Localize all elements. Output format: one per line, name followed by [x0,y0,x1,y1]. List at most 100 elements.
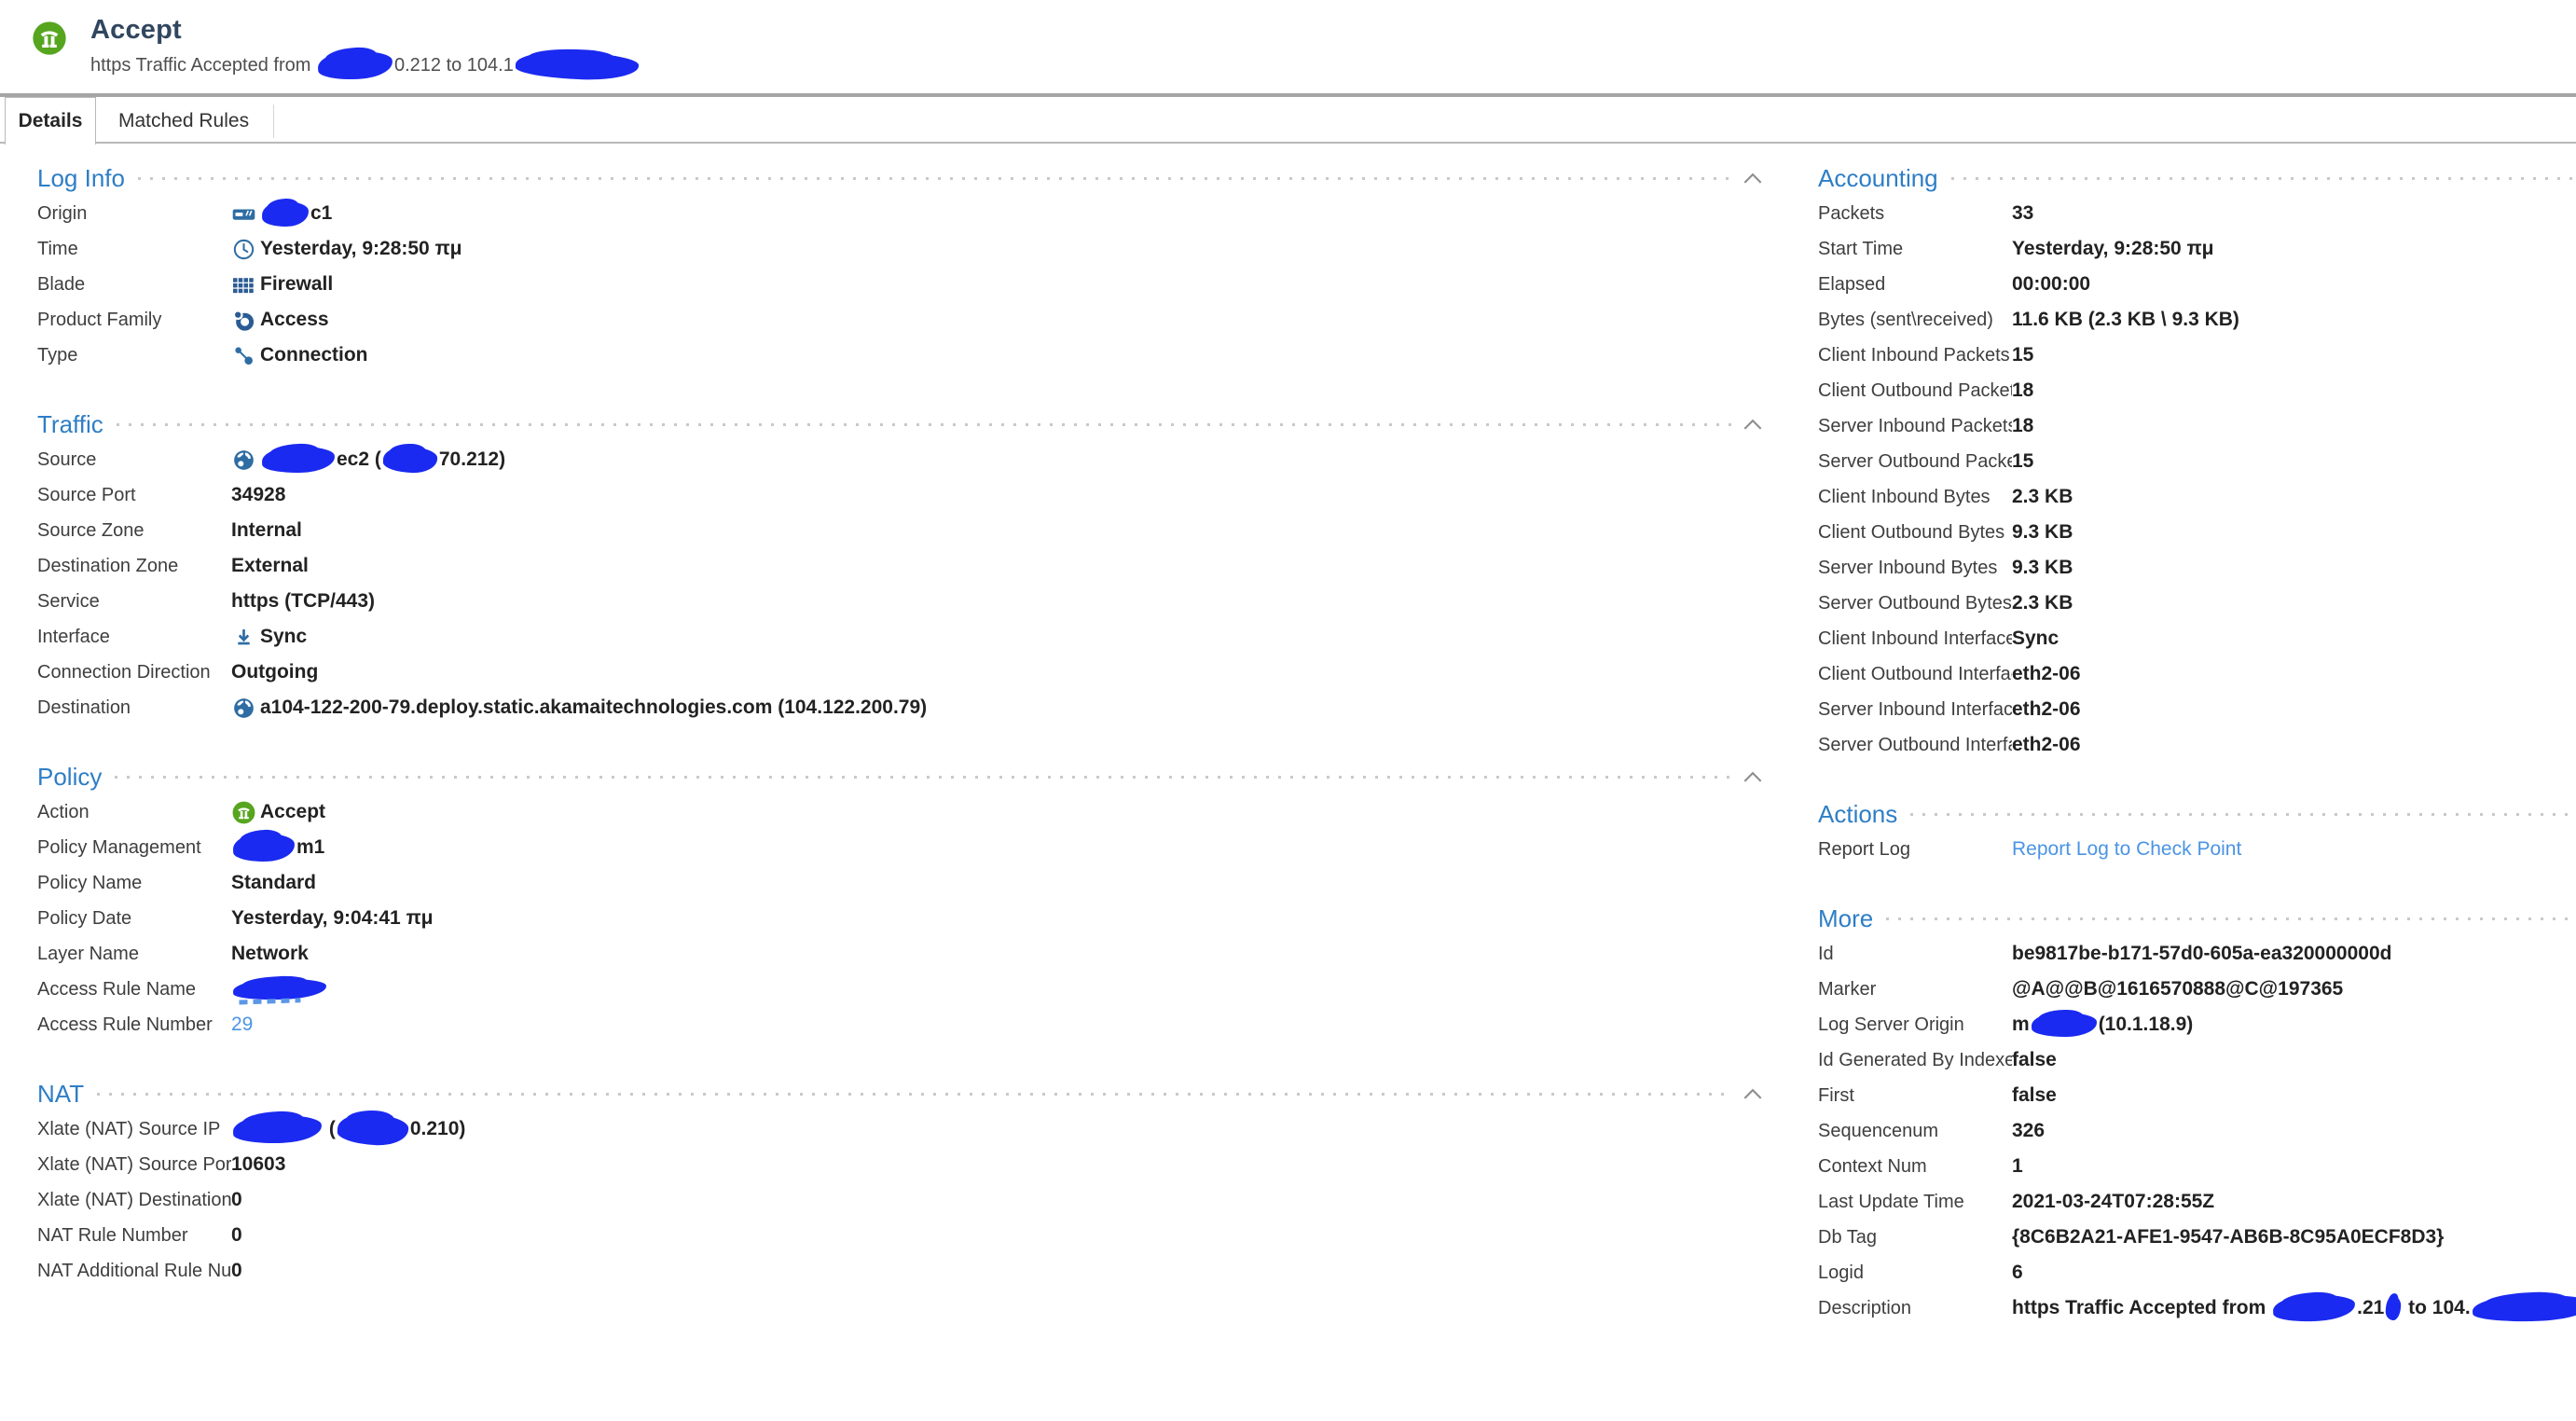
field-value: Internal [231,519,302,542]
field-value: false [2012,1049,2057,1071]
collapse-chevron-icon[interactable] [1743,172,1767,185]
field-value-text: 18 [2012,415,2033,437]
section-header-more: More [1818,901,2576,936]
field-value: 6 [2012,1262,2023,1284]
redaction-scribble [2472,1293,2576,1323]
field-value-text: eth2-06 [2012,663,2081,685]
field-value-text: Internal [231,519,302,542]
field-value: eth2-06 [2012,698,2081,721]
field-value: Connection [231,343,368,368]
field-value: Outgoing [231,661,318,683]
field-label: Xlate (NAT) Destination P... [37,1190,231,1211]
dotted-divider [117,423,1731,426]
section-accounting: AccountingPackets33Start TimeYesterday, … [1818,160,2576,763]
field-value: https (TCP/443) [231,590,375,613]
field-value-text: Sync [260,626,307,648]
tab-details[interactable]: Details [5,97,96,145]
field-value: Firewall [231,272,333,297]
field-value: {8C6B2A21-AFE1-9547-AB6B-8C95A0ECF8D3} [2012,1226,2444,1249]
field-label: First [1818,1085,2012,1107]
field-value-text: to 104. [2403,1297,2470,1319]
left-column: Log InfoOriginc1TimeYesterday, 9:28:50 π… [37,160,1767,1322]
field-row-access-rule-number: Access Rule Number29 [37,1007,1767,1042]
field-value-text: External [231,555,309,577]
field-label: Access Rule Name [37,979,231,1000]
field-label: Description [1818,1298,2012,1319]
field-value: @A@@B@1616570888@C@197365 [2012,978,2343,1000]
section-title: Accounting [1818,164,1938,193]
field-value: Report Log to Check Point [2012,838,2241,861]
field-value-text: Standard [231,872,316,894]
tab-matched-rules[interactable]: Matched Rules [94,104,274,138]
field-value-text: Accept [260,801,325,823]
field-row-id-generated-by-indexer: Id Generated By Indexerfalse [1818,1042,2576,1078]
field-row-client-outbound-interface: Client Outbound Interfaceeth2-06 [1818,656,2576,692]
field-label: Destination [37,697,231,719]
field-value: 2021-03-24T07:28:55Z [2012,1191,2214,1213]
field-label: Context Num [1818,1156,2012,1178]
field-value: m1 [231,834,324,862]
field-row-server-outbound-interface: Server Outbound Interfaceeth2-06 [1818,727,2576,763]
report-log-link[interactable]: Report Log to Check Point [2012,838,2241,861]
field-label: Server Outbound Bytes [1818,593,2012,614]
field-label: Connection Direction [37,662,231,683]
field-label: Product Family [37,310,231,331]
access-rule-number-link[interactable]: 29 [231,1014,253,1036]
field-value: Network [231,943,309,965]
collapse-chevron-icon[interactable] [1743,1088,1767,1100]
globe-icon [231,696,256,721]
collapse-chevron-icon[interactable] [1743,771,1767,783]
field-value-text: m1 [296,836,324,859]
field-row-xlate-nat-source-ip: Xlate (NAT) Source IP (0.210) [37,1111,1767,1147]
collapse-chevron-icon[interactable] [1743,419,1767,431]
field-value: 29 [231,1014,253,1036]
field-row-client-outbound-bytes: Client Outbound Bytes9.3 KB [1818,515,2576,550]
field-value [231,979,328,1000]
field-value-text: eth2-06 [2012,698,2081,721]
field-row-connection-direction: Connection DirectionOutgoing [37,655,1767,690]
field-label: Server Inbound Bytes [1818,558,2012,579]
field-label: Client Inbound Interface [1818,628,2012,650]
field-label: Access Rule Number [37,1014,231,1036]
section-policy: PolicyActionAcceptPolicy Managementm1Pol… [37,759,1767,1042]
section-log-info: Log InfoOriginc1TimeYesterday, 9:28:50 π… [37,160,1767,373]
field-value: 2.3 KB [2012,486,2073,508]
section-title: More [1818,904,1873,933]
field-value-text: 0 [231,1260,242,1282]
field-value-text: .21 [2357,1297,2384,1319]
dotted-divider [1910,813,2576,816]
field-value-text: 2021-03-24T07:28:55Z [2012,1191,2214,1213]
field-label: Xlate (NAT) Source Port [37,1154,231,1176]
dotted-divider [115,776,1731,779]
section-title: Policy [37,763,102,792]
field-value-text: 2.3 KB [2012,592,2073,614]
section-actions: ActionsReport LogReport Log to Check Poi… [1818,796,2576,867]
field-label: Bytes (sent\received) [1818,310,2012,331]
download-arrow-icon [231,625,256,650]
field-row-first: Firstfalse [1818,1078,2576,1113]
field-label: Start Time [1818,239,2012,260]
field-value-text: https (TCP/443) [231,590,375,613]
field-label: NAT Rule Number [37,1225,231,1247]
field-value-text: 70.212) [439,448,505,471]
field-label: Client Inbound Packets [1818,345,2012,366]
field-value: c1 [231,201,332,227]
field-row-destination-zone: Destination ZoneExternal [37,548,1767,584]
field-row-type: TypeConnection [37,338,1767,373]
field-value: 9.3 KB [2012,557,2073,579]
field-label: Action [37,802,231,823]
field-value-text: Connection [260,344,368,366]
field-label: Sequencenum [1818,1121,2012,1142]
field-row-interface: InterfaceSync [37,619,1767,655]
field-row-context-num: Context Num1 [1818,1149,2576,1184]
field-value-text: false [2012,1049,2057,1071]
field-value-text: m [2012,1014,2030,1036]
accept-icon [31,20,68,57]
field-value: External [231,555,309,577]
field-row-source: Sourceec2 (70.212) [37,442,1767,477]
field-value: 34928 [231,484,285,506]
field-value-text: https Traffic Accepted from [2012,1297,2271,1319]
section-traffic: TrafficSourceec2 (70.212)Source Port3492… [37,407,1767,725]
blade-grid-icon [231,272,256,297]
field-row-server-inbound-interface: Server Inbound Interfaceeth2-06 [1818,692,2576,727]
